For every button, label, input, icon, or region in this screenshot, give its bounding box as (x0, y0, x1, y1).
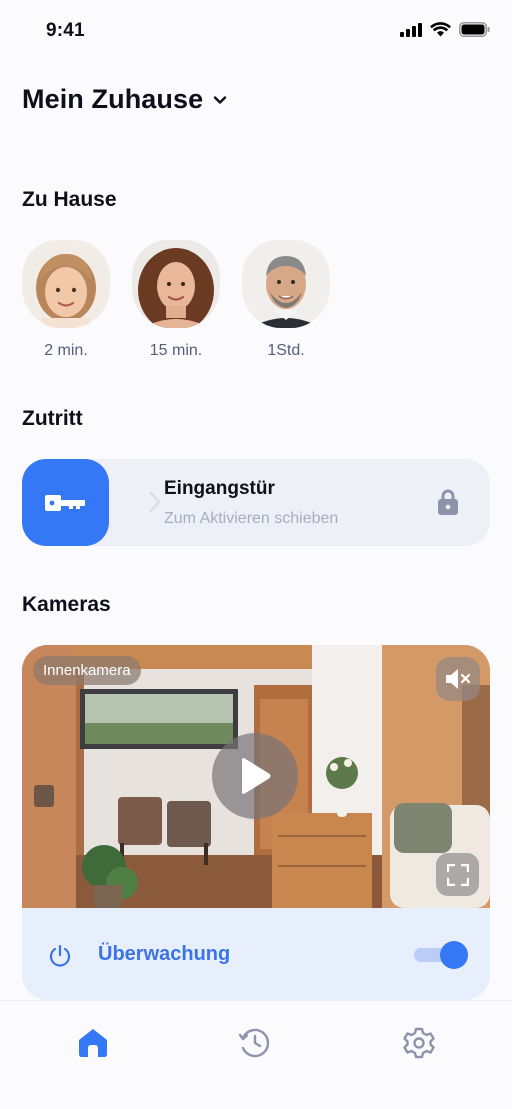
monitoring-toggle[interactable] (414, 941, 468, 969)
page-title: Mein Zuhause (22, 84, 204, 114)
avatar (242, 240, 330, 328)
speaker-muted-icon (446, 669, 471, 689)
settings-icon (403, 1027, 435, 1059)
chevron-down-icon (214, 95, 227, 104)
people-list: 2 min. 15 min. 1Std. (22, 240, 330, 360)
door-name: Eingangstür (164, 478, 275, 499)
power-icon (49, 944, 71, 967)
tab-history[interactable] (233, 1021, 277, 1065)
person-time: 15 min. (149, 342, 203, 359)
cameras-section-title: Kameras (22, 593, 111, 616)
access-section-title: Zutritt (22, 407, 83, 430)
wifi-icon (430, 22, 451, 37)
person-time: 2 min. (44, 342, 88, 359)
status-bar: 9:41 (0, 0, 512, 60)
monitoring-label: Überwachung (98, 943, 231, 965)
tab-home[interactable] (71, 1021, 115, 1065)
door-unlock-slider[interactable]: Eingangstür Zum Aktivieren schieben (22, 459, 490, 546)
chevron-right-icon (149, 491, 161, 513)
tab-bar (0, 1000, 512, 1109)
home-icon (79, 1029, 107, 1057)
fullscreen-icon (446, 863, 469, 886)
toggle-knob (440, 941, 468, 969)
monitoring-row: Überwachung (22, 911, 490, 1000)
camera-card: Innenkamera Überwachung (22, 645, 490, 1000)
person-man[interactable]: 1Std. (242, 240, 330, 360)
play-icon (242, 758, 271, 794)
signal-icon (400, 22, 422, 37)
history-icon (238, 1028, 270, 1058)
camera-name-badge: Innenkamera (33, 656, 141, 685)
fullscreen-button[interactable] (436, 853, 479, 896)
person-woman[interactable]: 15 min. (132, 240, 220, 360)
camera-preview[interactable]: Innenkamera (22, 645, 490, 908)
person-child[interactable]: 2 min. (22, 240, 110, 360)
avatar (132, 240, 220, 328)
presence-section-title: Zu Hause (22, 188, 117, 211)
tab-settings[interactable] (397, 1021, 441, 1065)
avatar (22, 240, 110, 328)
battery-icon (459, 22, 490, 37)
mute-button[interactable] (436, 657, 480, 701)
slide-hint: Zum Aktivieren schieben (164, 510, 339, 527)
lock-icon (438, 489, 458, 515)
status-time: 9:41 (46, 20, 85, 41)
person-time: 1Std. (267, 342, 305, 359)
slider-handle[interactable] (22, 459, 109, 546)
home-selector[interactable]: Mein Zuhause (22, 84, 227, 115)
play-button[interactable] (212, 733, 298, 819)
status-icons (400, 22, 490, 37)
key-icon (44, 494, 85, 511)
